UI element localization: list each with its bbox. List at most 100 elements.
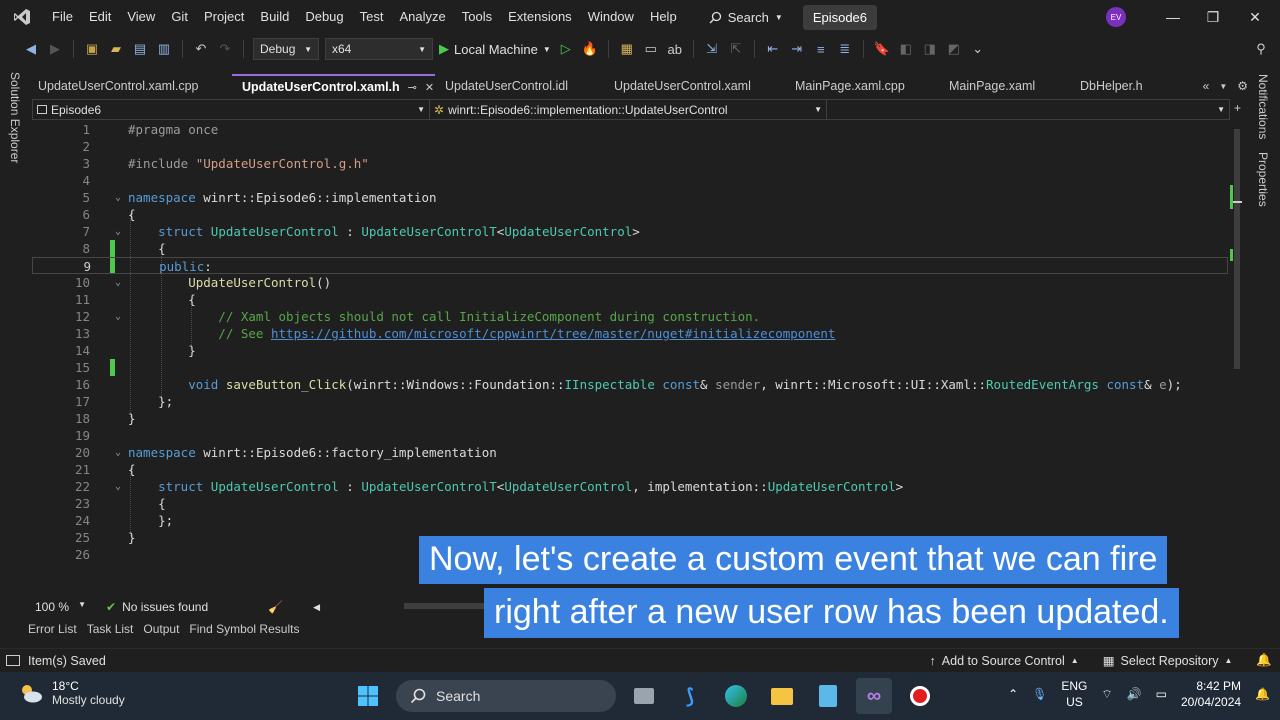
notifications-bell-icon[interactable]: 🔔 bbox=[1256, 653, 1272, 668]
outdent-icon[interactable]: ⇤ bbox=[764, 40, 782, 58]
menu-test[interactable]: Test bbox=[352, 0, 392, 34]
indent-icon[interactable]: ⇥ bbox=[788, 40, 806, 58]
tab-output[interactable]: Output bbox=[143, 622, 179, 642]
undo-icon[interactable]: ↶ bbox=[192, 40, 210, 58]
menu-window[interactable]: Window bbox=[580, 0, 642, 34]
member-dropdown[interactable]: ▼ bbox=[827, 100, 1229, 119]
menu-tools[interactable]: Tools bbox=[454, 0, 500, 34]
hot-reload-icon[interactable]: 🔥 bbox=[581, 40, 599, 58]
solution-explorer-tab[interactable]: Solution Explorer bbox=[8, 72, 22, 163]
clear-bookmarks-icon[interactable]: ◩ bbox=[945, 40, 963, 58]
collapse-icon[interactable]: ⌄ bbox=[115, 478, 121, 495]
clock[interactable]: 8:42 PM 20/04/2024 bbox=[1181, 678, 1241, 710]
vertical-scrollbar[interactable] bbox=[1230, 121, 1244, 597]
menu-git[interactable]: Git bbox=[163, 0, 196, 34]
microphone-icon[interactable]: 🎙 bbox=[1032, 687, 1047, 701]
project-dropdown[interactable]: Episode6 ▼ bbox=[33, 100, 430, 119]
battery-icon[interactable]: ▭ bbox=[1156, 687, 1167, 701]
toolbar-overflow-icon[interactable]: ⌄ bbox=[969, 40, 987, 58]
visual-studio-logo-icon[interactable] bbox=[0, 0, 44, 34]
layout-icon[interactable]: ▭ bbox=[642, 40, 660, 58]
tab-mainpage-xaml[interactable]: MainPage.xaml bbox=[939, 74, 1070, 98]
issues-indicator[interactable]: ✔ No issues found bbox=[106, 600, 208, 614]
menu-view[interactable]: View bbox=[119, 0, 163, 34]
record-icon[interactable] bbox=[902, 678, 938, 714]
taskbar-search[interactable]: Search bbox=[396, 680, 616, 712]
tab-updateusercontrol-xaml[interactable]: UpdateUserControl.xaml bbox=[604, 74, 785, 98]
open-folder-icon[interactable]: ▰ bbox=[107, 40, 125, 58]
scrollbar-thumb[interactable] bbox=[1234, 129, 1240, 369]
bookmark-icon[interactable]: 🔖 bbox=[873, 40, 891, 58]
task-view-icon[interactable] bbox=[626, 678, 662, 714]
notification-center-icon[interactable]: 🔔 bbox=[1255, 687, 1270, 701]
vs-installer-icon[interactable]: ⟆ bbox=[672, 678, 708, 714]
uncomment-icon[interactable]: ≣ bbox=[836, 40, 854, 58]
collapse-icon[interactable]: ⌄ bbox=[115, 189, 121, 206]
platform-dropdown[interactable]: x64 ▼ bbox=[325, 38, 433, 60]
file-explorer-icon[interactable] bbox=[764, 678, 800, 714]
prev-bookmark-icon[interactable]: ◧ bbox=[897, 40, 915, 58]
code-hyperlink[interactable]: https://github.com/microsoft/cppwinrt/tr… bbox=[271, 326, 835, 341]
split-editor-icon[interactable]: + bbox=[1234, 101, 1241, 115]
tab-mainpage-xaml-cpp[interactable]: MainPage.xaml.cpp bbox=[785, 74, 939, 98]
step-icon[interactable]: ⇲ bbox=[703, 40, 721, 58]
menu-help[interactable]: Help bbox=[642, 0, 685, 34]
menu-file[interactable]: File bbox=[44, 0, 81, 34]
notifications-tab[interactable]: Notifications bbox=[1256, 74, 1270, 139]
spell-check-icon[interactable]: ab bbox=[666, 40, 684, 58]
save-icon[interactable]: ▤ bbox=[131, 40, 149, 58]
close-icon[interactable]: ✕ bbox=[1232, 0, 1278, 34]
menu-analyze[interactable]: Analyze bbox=[391, 0, 453, 34]
zoom-dropdown[interactable]: 100 % ▼ bbox=[32, 600, 92, 614]
collapse-icon[interactable]: ⌄ bbox=[115, 444, 121, 461]
start-without-debugging-icon[interactable]: ▷ bbox=[557, 40, 575, 58]
menu-edit[interactable]: Edit bbox=[81, 0, 119, 34]
format-icon[interactable]: ⇱ bbox=[727, 40, 745, 58]
weather-widget[interactable]: 18°C Mostly cloudy bbox=[18, 679, 125, 707]
back-nav-icon[interactable]: ◀ bbox=[22, 40, 40, 58]
search-menu[interactable]: Search ▼ bbox=[699, 10, 793, 25]
tab-updateusercontrol-xaml-h[interactable]: UpdateUserControl.xaml.h ⊸ ✕ bbox=[232, 74, 435, 98]
chevron-down-icon[interactable]: ▼ bbox=[1219, 82, 1227, 91]
redo-icon[interactable]: ↷ bbox=[216, 40, 234, 58]
new-project-icon[interactable]: ▣ bbox=[83, 40, 101, 58]
code-cleanup-icon[interactable]: 🧹 bbox=[268, 600, 283, 614]
wifi-icon[interactable]: ⌔ bbox=[1101, 687, 1112, 702]
collapse-icon[interactable]: ⌄ bbox=[115, 308, 121, 325]
left-arrow-icon[interactable]: ◀ bbox=[313, 602, 320, 613]
comment-icon[interactable]: ≡ bbox=[812, 40, 830, 58]
visual-studio-taskbar-icon[interactable]: ∞ bbox=[856, 678, 892, 714]
gear-icon[interactable]: ⚙ bbox=[1237, 79, 1248, 93]
scope-dropdown[interactable]: ✲ winrt::Episode6::implementation::Updat… bbox=[430, 100, 827, 119]
menu-debug[interactable]: Debug bbox=[297, 0, 351, 34]
code-editor[interactable]: 1 #pragma once 2 3 #include "UpdateUserCon… bbox=[32, 121, 1244, 597]
add-to-source-control-button[interactable]: ↑ Add to Source Control ▲ bbox=[930, 654, 1079, 668]
tab-task-list[interactable]: Task List bbox=[87, 622, 134, 642]
save-all-icon[interactable]: ▥ bbox=[155, 40, 173, 58]
edge-browser-icon[interactable] bbox=[718, 678, 754, 714]
collapse-icon[interactable]: ⌄ bbox=[115, 223, 121, 240]
configuration-dropdown[interactable]: Debug ▼ bbox=[253, 38, 319, 60]
start-button[interactable] bbox=[350, 678, 386, 714]
collapse-icon[interactable]: ⌄ bbox=[115, 274, 121, 291]
menu-project[interactable]: Project bbox=[196, 0, 252, 34]
run-local-machine-button[interactable]: ▶ Local Machine ▼ bbox=[439, 41, 551, 57]
select-repository-button[interactable]: ▦ Select Repository ▲ bbox=[1103, 653, 1233, 669]
tab-updateusercontrol-idl[interactable]: UpdateUserControl.idl bbox=[435, 74, 604, 98]
close-tab-icon[interactable]: ✕ bbox=[425, 81, 434, 94]
tab-updateusercontrol-xaml-cpp[interactable]: UpdateUserControl.xaml.cpp bbox=[28, 74, 232, 98]
pin-icon[interactable]: ⊸ bbox=[408, 81, 417, 94]
tab-overflow-icon[interactable]: « bbox=[1203, 79, 1210, 93]
tab-find-symbol-results[interactable]: Find Symbol Results bbox=[189, 622, 299, 642]
menu-extensions[interactable]: Extensions bbox=[500, 0, 580, 34]
tab-error-list[interactable]: Error List bbox=[28, 622, 77, 642]
chevron-up-icon[interactable]: ⌃ bbox=[1008, 687, 1018, 701]
menu-build[interactable]: Build bbox=[252, 0, 297, 34]
next-bookmark-icon[interactable]: ◨ bbox=[921, 40, 939, 58]
forward-nav-icon[interactable]: ▶ bbox=[46, 40, 64, 58]
volume-icon[interactable]: 🔊 bbox=[1127, 687, 1142, 701]
restore-icon[interactable]: ❐ bbox=[1190, 0, 1236, 34]
live-share-icon[interactable]: ⚲ bbox=[1252, 40, 1270, 58]
tab-dbhelper-h[interactable]: DbHelper.h bbox=[1070, 74, 1170, 98]
solution-name-badge[interactable]: Episode6 bbox=[802, 4, 878, 30]
